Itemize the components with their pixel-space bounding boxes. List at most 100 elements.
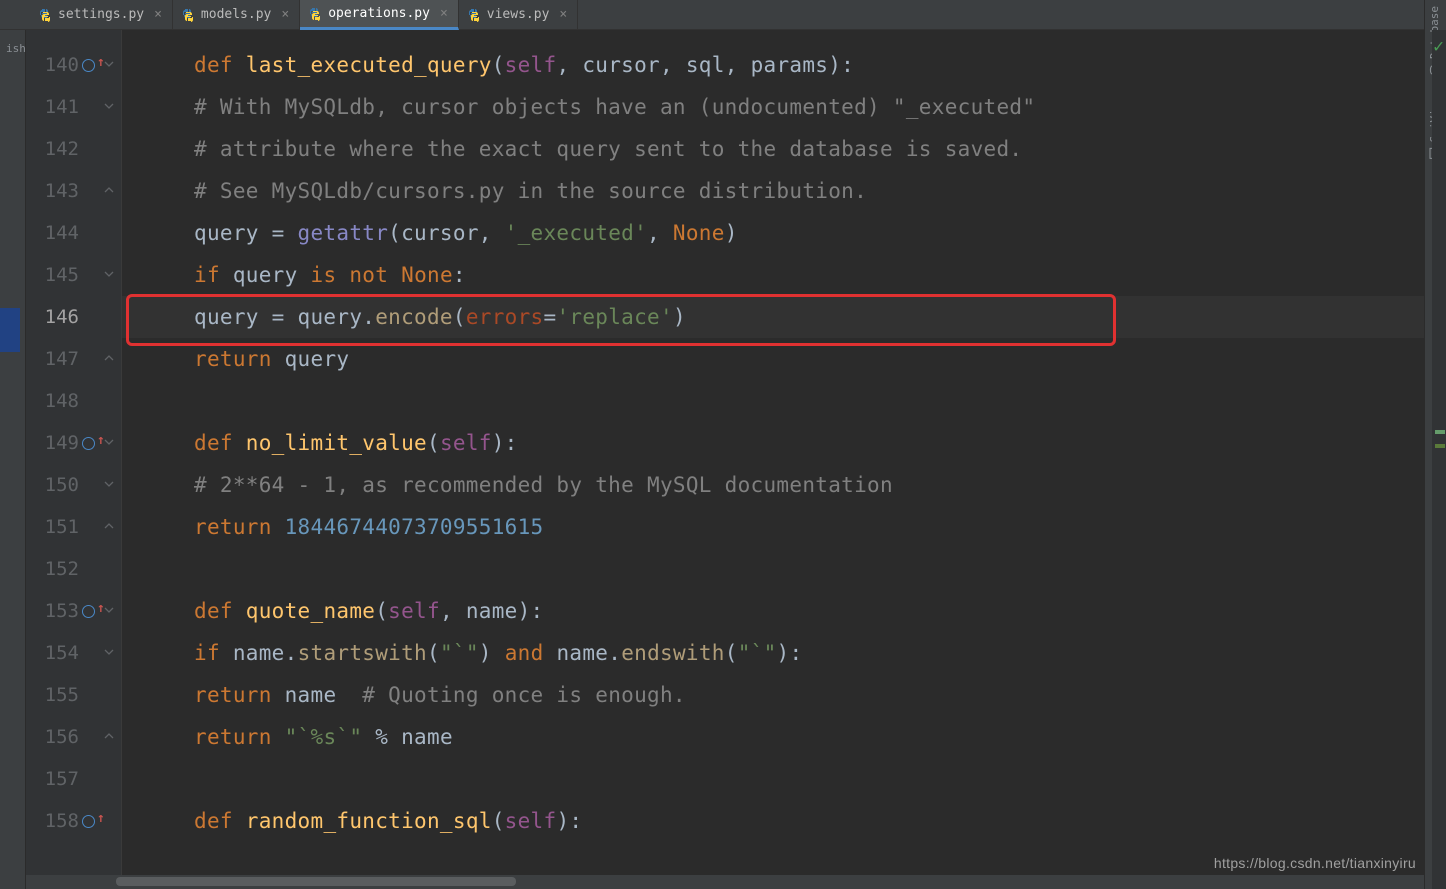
token-keyword: return [194,347,285,371]
code-line[interactable]: return 18446744073709551615 [122,506,1424,548]
code-line[interactable]: if name.startswith("`") and name.endswit… [122,632,1424,674]
tab-operations-py[interactable]: operations.py × [300,0,459,30]
token-default: (cursor, [388,221,505,245]
tab-label: models.py [201,7,271,22]
close-icon[interactable]: × [281,7,289,22]
fold-close-icon[interactable] [104,185,118,199]
code-line[interactable]: return "`%s`" % name [122,716,1424,758]
code-area[interactable]: def last_executed_query(self, cursor, sq… [122,30,1424,889]
code-line[interactable]: # With MySQLdb, cursor objects have an (… [122,86,1424,128]
token-ident: % name [362,725,453,749]
token-default: , [647,221,673,245]
fold-open-icon[interactable] [104,101,118,115]
fold-close-icon[interactable] [104,353,118,367]
horizontal-scrollbar-thumb[interactable] [116,877,516,886]
token-string: '_executed' [505,221,647,245]
gutter-line-number[interactable]: 148 [26,380,121,422]
gutter-line-number[interactable]: 144 [26,212,121,254]
token-comment: # Quoting once is enough. [362,683,686,707]
fold-open-icon[interactable] [104,437,118,451]
token-comment: # See MySQLdb/cursors.py in the source d… [194,179,867,203]
python-file-icon [308,7,322,21]
token-keyword: return [194,683,285,707]
token-def: last_executed_query [246,53,492,77]
token-comment: # 2**64 - 1, as recommended by the MySQL… [194,473,893,497]
fold-open-icon[interactable] [104,605,118,619]
gutter-line-number[interactable]: 158 [26,800,121,842]
token-ident: query [233,263,311,287]
code-line[interactable]: def no_limit_value(self): [122,422,1424,464]
code-line[interactable]: query = query.encode(errors='replace') [122,296,1424,338]
tab-label: views.py [487,7,550,22]
code-line[interactable]: # 2**64 - 1, as recommended by the MySQL… [122,464,1424,506]
fold-open-icon[interactable] [104,59,118,73]
token-builtin: getattr [298,221,389,245]
editor-pane[interactable]: 140↑141142143144145146147148149↑15015115… [26,30,1424,889]
gutter-line-number[interactable]: 142 [26,128,121,170]
token-def: random_function_sql [246,809,492,833]
close-icon[interactable]: × [440,6,448,21]
code-line[interactable]: def last_executed_query(self, cursor, sq… [122,44,1424,86]
tab-models-py[interactable]: models.py × [173,0,300,29]
token-default: ( [427,431,440,455]
code-line[interactable]: return query [122,338,1424,380]
token-ident: name. [556,641,621,665]
code-line[interactable]: # See MySQLdb/cursors.py in the source d… [122,170,1424,212]
code-line[interactable]: return name # Quoting once is enough. [122,674,1424,716]
token-default: ): [556,809,582,833]
gutter-line-number[interactable]: 146 [26,296,121,338]
token-keyword: def [194,431,246,455]
gutter-line-number[interactable]: 157 [26,758,121,800]
left-tool-stripe[interactable]: ish [0,0,26,889]
code-line[interactable] [122,548,1424,590]
code-line[interactable] [122,758,1424,800]
token-default: ( [427,641,440,665]
token-call: startswith [298,641,427,665]
token-def: quote_name [246,599,375,623]
python-file-icon [38,8,52,22]
gutter-line-number[interactable]: 155 [26,674,121,716]
token-keyword: return [194,725,285,749]
error-stripe[interactable]: ✓ [1432,30,1446,889]
token-default: , name): [440,599,544,623]
fold-open-icon[interactable] [104,647,118,661]
token-string: 'replace' [556,305,673,329]
gutter[interactable]: 140↑141142143144145146147148149↑15015115… [26,30,122,889]
token-default: = [544,305,557,329]
stripe-mark[interactable] [1435,430,1445,434]
token-param-self: self [505,809,557,833]
tab-settings-py[interactable]: settings.py × [30,0,173,29]
close-icon[interactable]: × [154,7,162,22]
token-kwarg: errors [466,305,544,329]
override-gutter-icon[interactable]: ↑ [82,57,98,73]
fold-open-icon[interactable] [104,479,118,493]
code-line[interactable]: def random_function_sql(self): [122,800,1424,842]
breakpoint-gutter-highlight [0,308,20,352]
tab-label: settings.py [58,7,144,22]
token-comment: # With MySQLdb, cursor objects have an (… [194,95,1035,119]
token-keyword: return [194,515,285,539]
override-gutter-icon[interactable]: ↑ [82,603,98,619]
token-string: "`" [738,641,777,665]
horizontal-scrollbar[interactable] [26,875,1424,889]
tab-views-py[interactable]: views.py × [459,0,578,29]
fold-close-icon[interactable] [104,521,118,535]
code-line[interactable]: # attribute where the exact query sent t… [122,128,1424,170]
left-stripe-label: ish [6,42,26,55]
stripe-mark[interactable] [1435,444,1445,448]
token-ident: query = [194,221,298,245]
override-gutter-icon[interactable]: ↑ [82,813,98,829]
tab-label: operations.py [328,6,430,21]
code-line[interactable] [122,380,1424,422]
token-keyword: def [194,599,246,623]
override-gutter-icon[interactable]: ↑ [82,435,98,451]
fold-close-icon[interactable] [104,731,118,745]
code-line[interactable]: if query is not None: [122,254,1424,296]
token-param-self: self [505,53,557,77]
code-line[interactable]: query = getattr(cursor, '_executed', Non… [122,212,1424,254]
code-line[interactable]: def quote_name(self, name): [122,590,1424,632]
close-icon[interactable]: × [559,7,567,22]
gutter-line-number[interactable]: 152 [26,548,121,590]
fold-open-icon[interactable] [104,269,118,283]
token-default: ): [492,431,518,455]
